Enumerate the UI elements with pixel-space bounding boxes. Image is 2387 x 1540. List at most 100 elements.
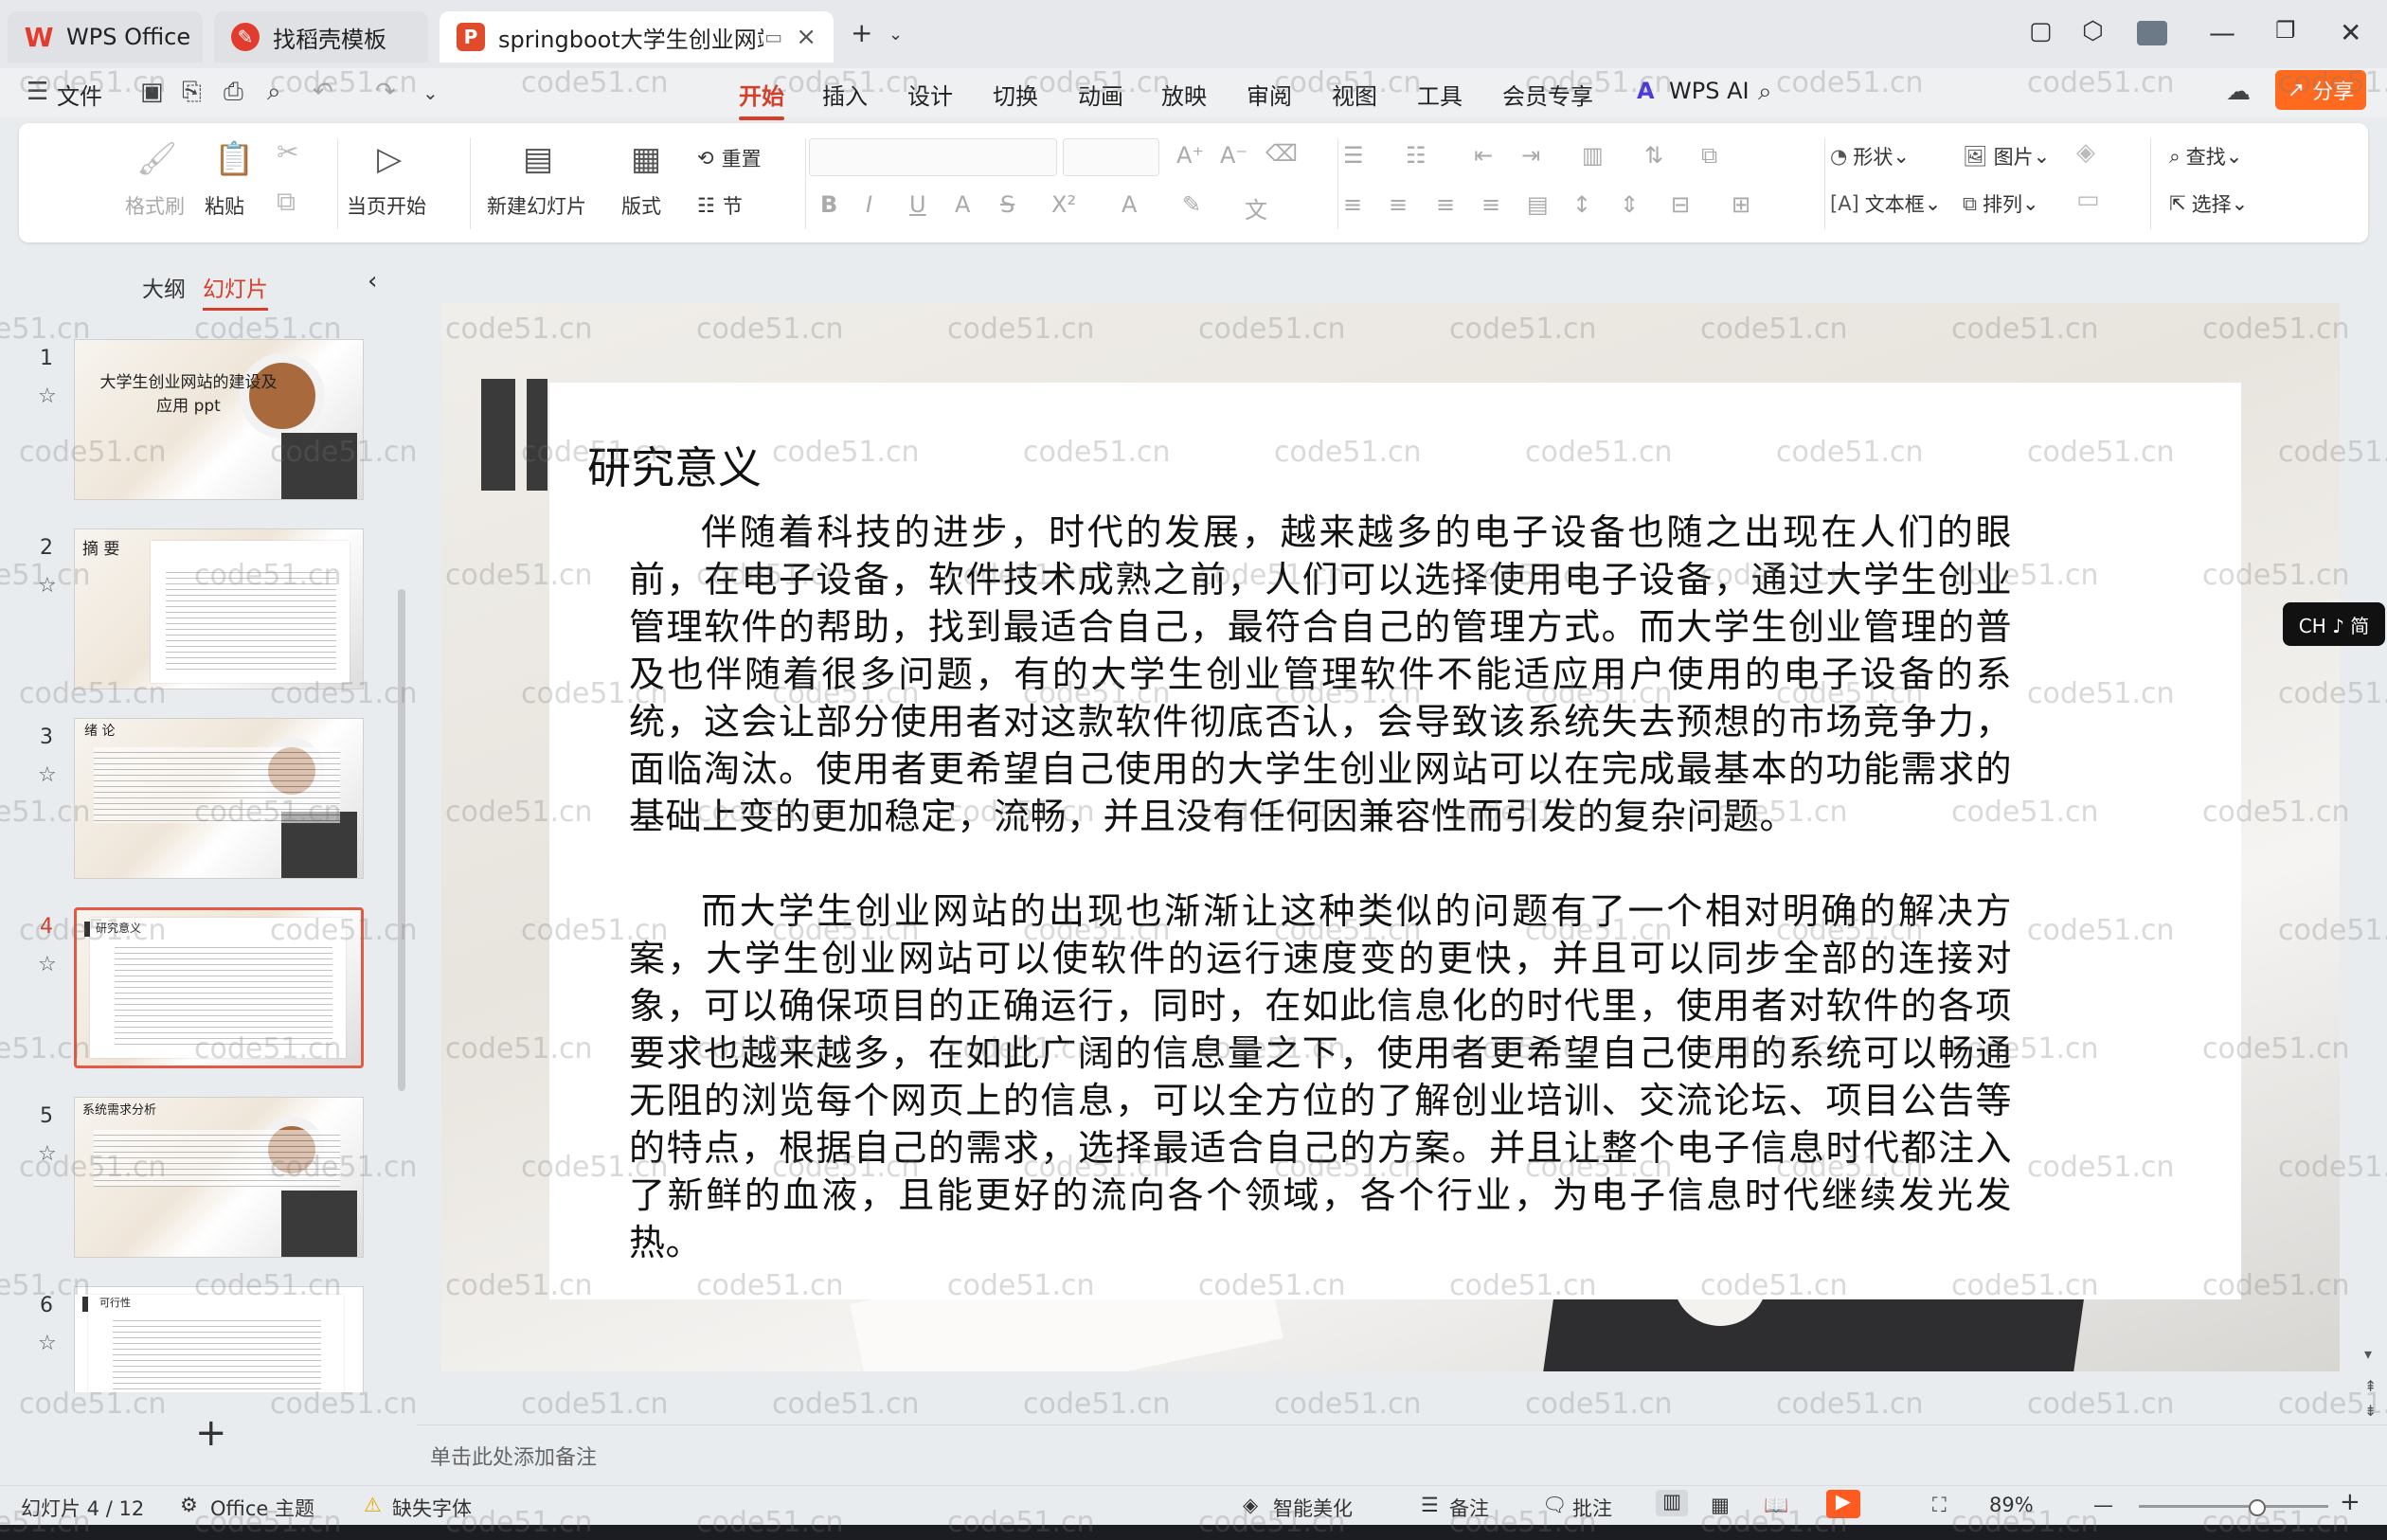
from-current-button[interactable]: 当页开始 bbox=[347, 191, 426, 220]
underline-icon[interactable]: U bbox=[909, 191, 926, 218]
text-align-vertical-icon[interactable]: ⊟ bbox=[1671, 191, 1690, 218]
slideshow-play-icon[interactable]: ▶ bbox=[1826, 1490, 1860, 1518]
align-center-icon[interactable]: ≡ bbox=[1389, 191, 1408, 218]
align-left-icon[interactable]: ≡ bbox=[1343, 191, 1362, 218]
thumbnail-slide-3[interactable]: 绪 论 bbox=[74, 718, 364, 879]
notes-pane[interactable]: 单击此处添加备注 bbox=[417, 1424, 2387, 1486]
close-window-icon[interactable]: ✕ bbox=[2340, 17, 2361, 48]
menu-design[interactable]: 设计 bbox=[907, 78, 953, 111]
increase-font-icon[interactable]: A⁺ bbox=[1176, 142, 1204, 169]
menu-insert[interactable]: 插入 bbox=[822, 78, 868, 111]
paste-button[interactable]: 粘贴 bbox=[205, 191, 244, 220]
thumbnail-slide-6[interactable]: 可行性 bbox=[74, 1286, 364, 1392]
menu-member[interactable]: 会员专享 bbox=[1502, 78, 1593, 111]
layout-button[interactable]: 版式 bbox=[621, 191, 661, 220]
hamburger-icon[interactable]: ☰ bbox=[27, 78, 48, 106]
slide-paragraph-2[interactable]: 而大学生创业网站的出现也渐渐让这种类似的问题有了一个相对明确的解决方案，大学生创… bbox=[629, 887, 2012, 1266]
highlight-icon[interactable]: ✎ bbox=[1182, 191, 1201, 218]
star-icon[interactable]: ☆ bbox=[38, 1142, 57, 1166]
picture-button[interactable]: 🖼 图片 ⌄ bbox=[1963, 142, 2050, 170]
thumbnail-slide-5[interactable]: 系统需求分析 bbox=[74, 1097, 364, 1258]
theme-name[interactable]: Office 主题 bbox=[210, 1494, 314, 1522]
print-preview-icon[interactable]: ⌕ bbox=[267, 78, 281, 107]
slide-paragraph-1[interactable]: 伴随着科技的进步，时代的发展，越来越多的电子设备也随之出现在人们的眼前，在电子设… bbox=[629, 509, 2012, 840]
font-size-select[interactable] bbox=[1063, 138, 1159, 176]
menu-file[interactable]: 文件 bbox=[57, 78, 102, 111]
export-icon[interactable]: ⎘ bbox=[182, 78, 202, 107]
tab-outline[interactable]: 大纲 bbox=[142, 271, 186, 303]
align-right-icon[interactable]: ≡ bbox=[1436, 191, 1455, 218]
maximize-icon[interactable]: ❐ bbox=[2275, 17, 2296, 44]
text-direction-icon[interactable]: ⇅ bbox=[1644, 142, 1663, 169]
scroll-down-icon[interactable]: ▾ bbox=[2364, 1345, 2372, 1363]
thumbnail-slide-2[interactable]: 摘 要 bbox=[74, 528, 364, 689]
missing-font-button[interactable]: 缺失字体 bbox=[392, 1494, 472, 1522]
slide-title[interactable]: 研究意义 bbox=[587, 434, 762, 496]
bold-icon[interactable]: B bbox=[820, 191, 837, 218]
minimize-icon[interactable]: — bbox=[2209, 17, 2235, 48]
fill-icon[interactable]: ◈ bbox=[2076, 138, 2095, 167]
add-slide-icon[interactable]: + bbox=[195, 1411, 227, 1455]
superscript-icon[interactable]: X² bbox=[1051, 191, 1076, 218]
avatar[interactable] bbox=[2137, 21, 2167, 45]
comments-button[interactable]: 批注 bbox=[1572, 1494, 1612, 1522]
font-family-select[interactable] bbox=[809, 138, 1057, 176]
new-slide-button[interactable]: 新建幻灯片 bbox=[487, 191, 586, 220]
menu-transition[interactable]: 切换 bbox=[993, 78, 1038, 111]
zoom-level[interactable]: 89% bbox=[1989, 1494, 2034, 1516]
zoom-out-icon[interactable]: — bbox=[2093, 1494, 2113, 1516]
search-icon[interactable]: ⌕ bbox=[1758, 78, 1772, 107]
star-icon[interactable]: ☆ bbox=[38, 953, 57, 976]
slide-sorter-icon[interactable]: ▦ bbox=[1711, 1494, 1730, 1516]
menu-review[interactable]: 审阅 bbox=[1247, 78, 1292, 111]
indent-icon[interactable]: ⇥ bbox=[1521, 142, 1540, 169]
menu-animation[interactable]: 动画 bbox=[1078, 78, 1123, 111]
reset-button[interactable]: ⟲ 重置 bbox=[697, 144, 762, 172]
beautify-button[interactable]: 智能美化 bbox=[1273, 1494, 1353, 1522]
convert-smartart-icon[interactable]: ⧉ bbox=[1701, 142, 1717, 169]
clear-format-icon[interactable]: ⌫ bbox=[1265, 140, 1298, 167]
tab-docer[interactable]: ✎ 找稻壳模板 bbox=[214, 11, 428, 63]
section-button[interactable]: ☷ 节 bbox=[697, 191, 743, 220]
notes-button[interactable]: 备注 bbox=[1449, 1494, 1489, 1522]
share-button[interactable]: ↗ 分享 bbox=[2275, 70, 2366, 110]
normal-view-icon[interactable]: ▥ bbox=[1656, 1490, 1688, 1516]
star-icon[interactable]: ☆ bbox=[38, 763, 57, 787]
ime-indicator[interactable]: CH ♪ 简 bbox=[2283, 602, 2385, 646]
panel-scrollbar[interactable] bbox=[398, 589, 405, 1091]
numbered-list-icon[interactable]: ☷ bbox=[1406, 142, 1427, 169]
find-button[interactable]: ⌕ 查找 ⌄ bbox=[2169, 142, 2242, 170]
save-icon[interactable]: ▣ bbox=[140, 78, 164, 106]
collapse-panel-icon[interactable]: ‹ bbox=[368, 267, 377, 295]
arrange-button[interactable]: ⧉ 排列 ⌄ bbox=[1963, 189, 2039, 218]
text-box-fit-icon[interactable]: ⊞ bbox=[1732, 191, 1750, 218]
star-icon[interactable]: ☆ bbox=[38, 1332, 57, 1355]
menu-tools[interactable]: 工具 bbox=[1417, 78, 1463, 111]
tab-slides[interactable]: 幻灯片 bbox=[203, 271, 268, 311]
distribute-icon[interactable]: ▤ bbox=[1527, 191, 1549, 218]
reading-view-icon[interactable]: 📖 bbox=[1764, 1494, 1788, 1517]
justify-icon[interactable]: ≡ bbox=[1481, 191, 1500, 218]
font-color-icon[interactable]: A bbox=[1122, 191, 1137, 218]
window-layout-icon[interactable]: ▢ bbox=[2029, 17, 2053, 45]
cloud-upload-icon[interactable]: ☁ bbox=[2226, 78, 2251, 106]
new-tab-icon[interactable]: + bbox=[851, 17, 872, 48]
text-shadow-icon[interactable]: A bbox=[955, 191, 970, 218]
print-icon[interactable]: ⎙ bbox=[224, 78, 243, 107]
thumbnail-slide-1[interactable]: 大学生创业网站的建设及应用 ppt bbox=[74, 339, 364, 500]
decrease-font-icon[interactable]: A⁻ bbox=[1220, 142, 1247, 169]
outdent-icon[interactable]: ⇤ bbox=[1474, 142, 1493, 169]
line-spacing-icon[interactable]: ↕ bbox=[1572, 191, 1591, 218]
format-painter-button[interactable]: 格式刷 bbox=[125, 191, 185, 220]
outline-icon[interactable]: ▭ bbox=[2076, 186, 2100, 214]
previous-slide-icon[interactable]: ⇞ bbox=[2364, 1377, 2377, 1395]
zoom-in-icon[interactable]: + bbox=[2340, 1488, 2360, 1516]
strikethrough-icon[interactable]: S bbox=[1000, 191, 1014, 218]
menu-slideshow[interactable]: 放映 bbox=[1161, 78, 1207, 111]
star-icon[interactable]: ☆ bbox=[38, 385, 57, 408]
shape-button[interactable]: ◔ 形状 ⌄ bbox=[1830, 142, 1910, 170]
bullet-list-icon[interactable]: ☰ bbox=[1343, 142, 1364, 169]
next-slide-icon[interactable]: ⇟ bbox=[2364, 1402, 2377, 1420]
menu-home[interactable]: 开始 bbox=[739, 78, 784, 120]
undo-icon[interactable]: ↶ bbox=[313, 78, 333, 106]
